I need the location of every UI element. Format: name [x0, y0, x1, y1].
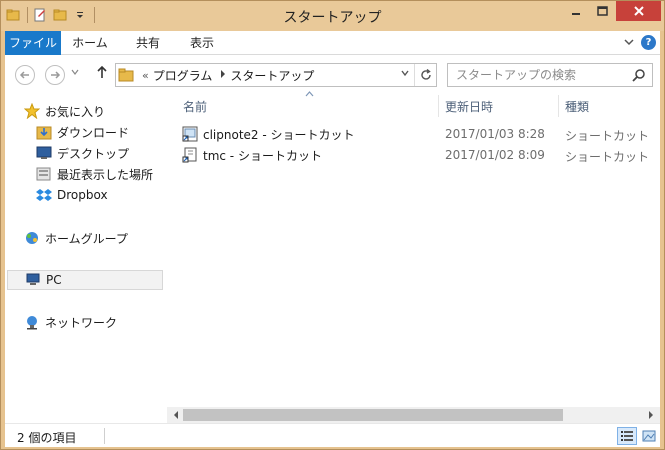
breadcrumb-item[interactable]: プログラム: [153, 67, 213, 84]
file-type: ショートカット: [565, 129, 650, 143]
maximize-button[interactable]: [589, 1, 616, 21]
scroll-left-icon[interactable]: [169, 407, 183, 423]
nav-item-label: ネットワーク: [45, 315, 118, 330]
nav-item-downloads[interactable]: ダウンロード: [35, 122, 129, 142]
file-type: ショートカット: [565, 150, 650, 164]
scroll-right-icon[interactable]: [644, 407, 658, 423]
divider: [104, 428, 105, 444]
column-header-type[interactable]: 種類: [565, 97, 589, 117]
file-name-cell: clipnote2 - ショートカット: [181, 124, 355, 144]
breadcrumb-item[interactable]: スタートアップ: [230, 67, 314, 84]
large-icons-view-button[interactable]: [639, 427, 659, 445]
file-name-cell: tmc - ショートカット: [181, 145, 322, 165]
horizontal-scrollbar[interactable]: [167, 407, 660, 423]
file-row[interactable]: tmc - ショートカット 2017/01/02 8:09 ショートカット: [181, 145, 651, 165]
forward-button[interactable]: [45, 65, 65, 85]
search-box[interactable]: [447, 63, 653, 87]
navigation-pane: お気に入り ダウンロード デスクトップ 最近表示した場所 Dropbox ホーム…: [5, 93, 163, 423]
window-controls: [562, 1, 661, 21]
address-dropdown-icon[interactable]: [400, 68, 410, 81]
title-bar: スタートアップ: [1, 1, 664, 31]
shortcut-icon: [181, 146, 199, 164]
refresh-button[interactable]: [414, 64, 436, 86]
item-count: 2 個の項目: [17, 431, 77, 445]
nav-item-label: ホームグループ: [45, 231, 128, 246]
column-header-date[interactable]: 更新日時: [445, 97, 493, 117]
content-area: お気に入り ダウンロード デスクトップ 最近表示した場所 Dropbox ホーム…: [5, 90, 660, 423]
file-list: 名前 更新日時 種類 clipnote2 - ショートカット 2017/01/0…: [167, 90, 660, 407]
folder-icon: [118, 68, 136, 82]
tab-home[interactable]: ホーム: [65, 31, 115, 55]
file-date: 2017/01/03 8:28: [445, 127, 545, 141]
network-icon: [23, 314, 41, 330]
nav-item-homegroup[interactable]: ホームグループ: [23, 228, 128, 248]
star-icon: [23, 103, 41, 119]
back-button[interactable]: [15, 65, 35, 85]
shortcut-icon: [181, 125, 199, 143]
tab-share[interactable]: 共有: [123, 31, 173, 55]
breadcrumb-overflow[interactable]: «: [142, 69, 149, 82]
tab-file[interactable]: ファイル: [5, 31, 61, 55]
up-button[interactable]: [95, 64, 109, 84]
file-row[interactable]: clipnote2 - ショートカット 2017/01/03 8:28 ショート…: [181, 124, 651, 144]
nav-item-label: デスクトップ: [57, 146, 130, 161]
recent-locations-icon[interactable]: [71, 68, 79, 79]
nav-item-network[interactable]: ネットワーク: [23, 312, 117, 332]
close-button[interactable]: [616, 1, 661, 21]
column-divider[interactable]: [438, 95, 439, 117]
nav-item-label: お気に入り: [45, 104, 106, 119]
search-input[interactable]: [456, 67, 626, 83]
column-header-name[interactable]: 名前: [183, 97, 207, 117]
scrollbar-thumb[interactable]: [183, 409, 563, 421]
nav-item-recent-places[interactable]: 最近表示した場所: [35, 164, 153, 184]
nav-item-label: ダウンロード: [57, 125, 130, 140]
status-bar: 2 個の項目: [5, 423, 660, 447]
navigation-bar: « プログラム スタートアップ: [5, 55, 660, 93]
file-date: 2017/01/02 8:09: [445, 148, 545, 162]
nav-item-label: 最近表示した場所: [57, 167, 154, 182]
details-view-button[interactable]: [617, 427, 637, 445]
dropbox-icon: [35, 187, 53, 203]
nav-item-favorites[interactable]: お気に入り: [23, 101, 105, 121]
nav-item-label: Dropbox: [57, 188, 108, 202]
downloads-folder-icon: [35, 124, 53, 140]
breadcrumb-chevron-icon[interactable]: [220, 70, 226, 80]
recent-places-icon: [35, 166, 53, 182]
help-icon[interactable]: ?: [641, 35, 656, 50]
minimize-button[interactable]: [562, 1, 589, 21]
search-icon[interactable]: [632, 68, 646, 85]
computer-icon: [24, 272, 42, 288]
nav-item-label: PC: [46, 273, 62, 287]
expand-ribbon-icon[interactable]: [622, 35, 636, 49]
sort-ascending-icon: [305, 90, 314, 100]
ribbon: ファイル ホーム 共有 表示 ?: [5, 31, 660, 55]
nav-item-dropbox[interactable]: Dropbox: [35, 185, 108, 205]
explorer-window: スタートアップ ファイル ホーム 共有 表示 ? « プログラム スタートアップ…: [0, 0, 665, 450]
column-divider[interactable]: [558, 95, 559, 117]
tab-view[interactable]: 表示: [177, 31, 227, 55]
file-name: clipnote2 - ショートカット: [203, 127, 355, 142]
nav-item-desktop[interactable]: デスクトップ: [35, 143, 129, 163]
homegroup-icon: [23, 230, 41, 246]
address-bar[interactable]: « プログラム スタートアップ: [115, 63, 437, 87]
nav-item-pc[interactable]: PC: [7, 270, 163, 290]
file-name: tmc - ショートカット: [203, 148, 322, 163]
desktop-icon: [35, 145, 53, 161]
